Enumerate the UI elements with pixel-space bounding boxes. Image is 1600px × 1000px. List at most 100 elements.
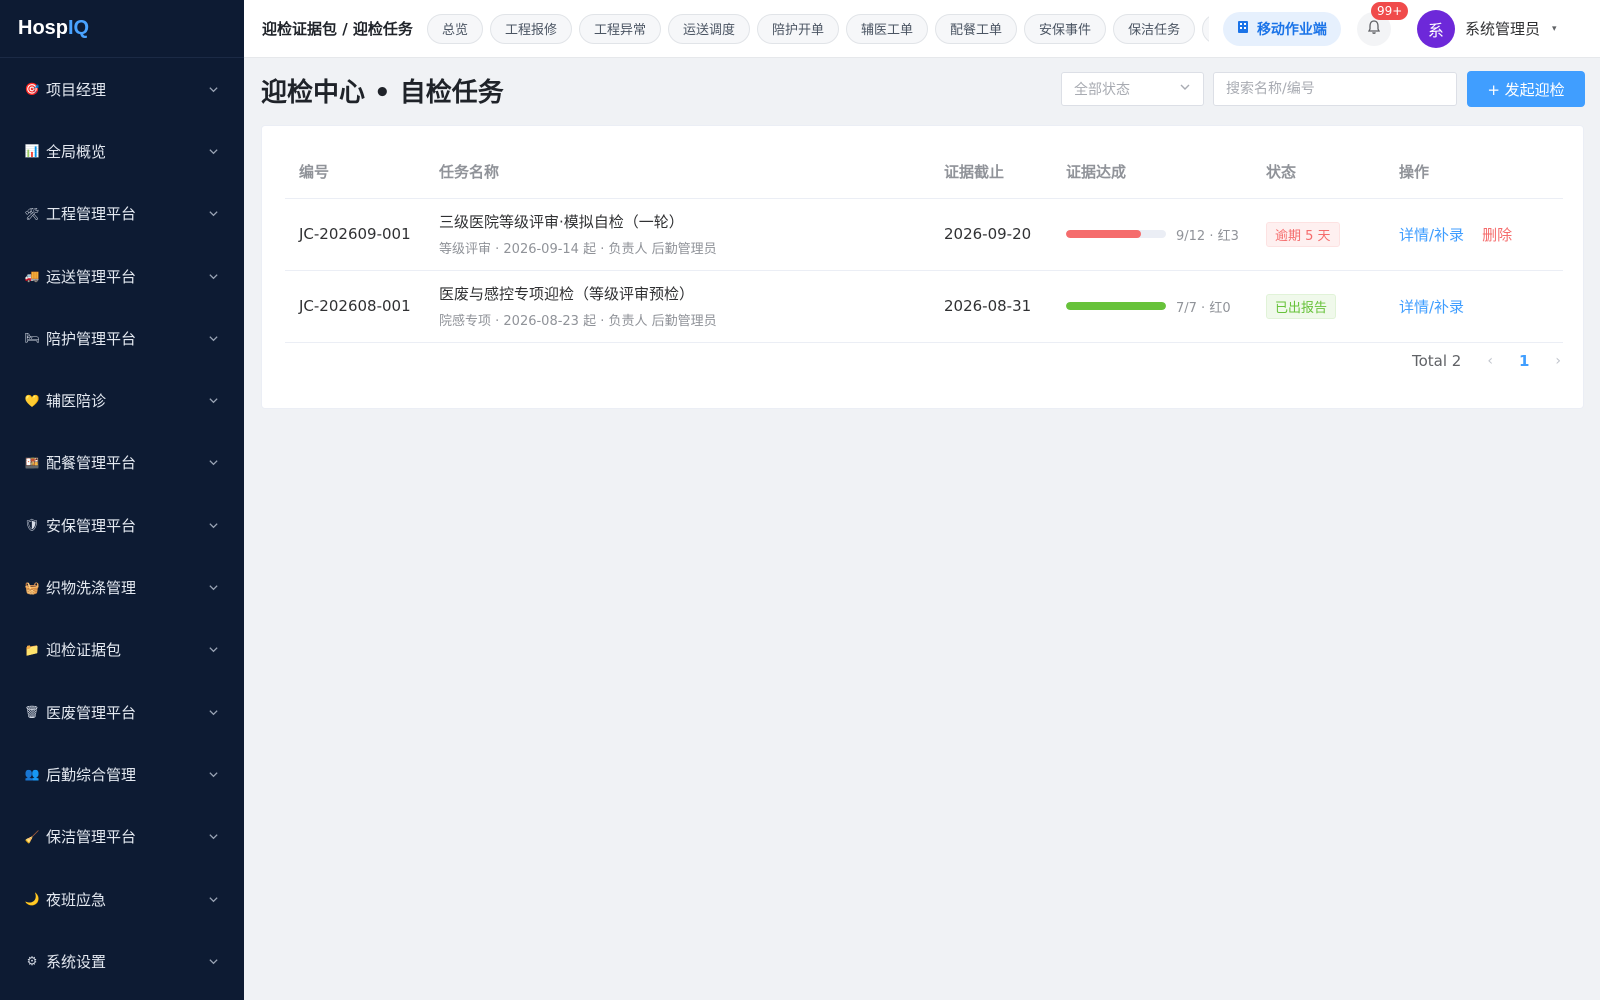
task-id: JC-202609-001: [285, 198, 425, 271]
task-actions-cell: 详情/补录: [1385, 270, 1563, 343]
sidebar-item[interactable]: 📊 全局概览: [0, 120, 244, 182]
chevron-down-icon: [206, 144, 220, 158]
task-status-cell: 逾期 5 天: [1252, 198, 1385, 271]
col-header-id: 编号: [285, 146, 425, 199]
task-name-cell: 三级医院等级评审·模拟自检（一轮） 等级评审 · 2026-09-14 起 · 负…: [425, 198, 930, 271]
status-badge: 逾期 5 天: [1266, 221, 1340, 247]
chevron-down-icon: [206, 892, 220, 906]
status-select[interactable]: 全部状态: [1061, 72, 1204, 106]
sidebar-item[interactable]: 🌙 夜班应急: [0, 868, 244, 930]
chevron-down-icon: [206, 331, 220, 345]
sidebar-item[interactable]: 🗑 医废管理平台: [0, 681, 244, 743]
truck-icon: 🚚: [24, 269, 40, 284]
logo-accent: IQ: [68, 17, 90, 39]
page-title: 迎检中心 • 自检任务: [261, 78, 504, 108]
detail-link[interactable]: 详情/补录: [1399, 226, 1464, 244]
quick-tab[interactable]: 保洁任务: [1113, 13, 1196, 44]
broom-icon: 🧹: [24, 829, 40, 844]
task-meta: 院感专项 · 2026-08-23 起 · 负责人 后勤管理员: [439, 314, 717, 329]
sidebar-item-label: 医废管理平台: [46, 703, 137, 722]
quick-tab[interactable]: 工程异常: [578, 13, 661, 44]
mobile-workspace-button[interactable]: 移动作业端: [1222, 11, 1341, 46]
detail-link[interactable]: 详情/补录: [1399, 298, 1464, 316]
sidebar-item-label: 迎检证据包: [46, 641, 122, 660]
sidebar-item[interactable]: 💛 辅医陪诊: [0, 369, 244, 431]
quick-tab[interactable]: 安保事件: [1024, 13, 1107, 44]
col-header-status: 状态: [1252, 146, 1385, 199]
pagination: Total 2 ‹ 1 ›: [1412, 352, 1561, 370]
col-header-progress: 证据达成: [1052, 146, 1252, 199]
quick-tabs: 总览 工程报修 工程异常 运送调度 陪护开单 辅医工单 配餐工单 安保事件 保洁任务: [426, 13, 1209, 44]
sidebar-item[interactable]: 🛠 工程管理平台: [0, 183, 244, 245]
chevron-down-icon: [206, 269, 220, 283]
table-row: JC-202608-001 医废与感控专项迎检（等级评审预检） 院感专项 · 202…: [285, 270, 1563, 343]
sidebar-item-label: 辅医陪诊: [46, 392, 107, 411]
page-number-current[interactable]: 1: [1519, 352, 1529, 370]
notification-badge: 99+: [1370, 1, 1409, 20]
notification-button[interactable]: 99+: [1356, 1, 1409, 46]
chevron-down-icon: [206, 82, 220, 96]
chevron-down-icon: [206, 954, 220, 968]
sidebar-item-label: 安保管理平台: [46, 516, 137, 535]
moon-icon: 🌙: [24, 892, 40, 906]
task-status-cell: 已出报告: [1252, 270, 1385, 343]
heart-icon: 💛: [24, 393, 40, 408]
sidebar-item[interactable]: 🚚 运送管理平台: [0, 245, 244, 307]
task-table-card: 编号 任务名称 证据截止 证据达成 状态 操作 JC-202609-001 三级医…: [261, 125, 1584, 409]
quick-tab[interactable]: 陪护开单: [757, 13, 840, 44]
sidebar-item[interactable]: 🧹 保洁管理平台: [0, 806, 244, 868]
chevron-down-icon: [206, 705, 220, 719]
sidebar-item[interactable]: 👥 后勤综合管理: [0, 743, 244, 805]
avatar[interactable]: 系: [1416, 9, 1455, 48]
caret-down-icon[interactable]: ▾: [1552, 24, 1557, 34]
sidebar-item[interactable]: 📁 迎检证据包: [0, 619, 244, 681]
bell-icon: [1366, 19, 1382, 39]
logo-main: Hosp: [18, 17, 68, 39]
progress-bar: [1066, 230, 1166, 238]
user-name[interactable]: 系统管理员: [1465, 18, 1540, 39]
bed-icon: 🛏: [24, 331, 40, 346]
sidebar-item-label: 保洁管理平台: [46, 828, 137, 847]
target-icon: 🎯: [24, 82, 40, 97]
building-icon: [1237, 20, 1249, 38]
sidebar-item[interactable]: 🍱 配餐管理平台: [0, 432, 244, 494]
sidebar-item[interactable]: 🎯 项目经理: [0, 58, 244, 120]
sidebar-item[interactable]: ⚙ 系统设置: [0, 930, 244, 992]
sidebar-item[interactable]: 🛏 陪护管理平台: [0, 307, 244, 369]
prev-page-icon[interactable]: ‹: [1487, 353, 1493, 369]
quick-tab[interactable]: 配餐工单: [935, 13, 1018, 44]
sidebar-item[interactable]: 🛡 安保管理平台: [0, 494, 244, 556]
chevron-down-icon: [206, 207, 220, 221]
sidebar-item-label: 陪护管理平台: [46, 329, 137, 348]
status-badge: 已出报告: [1266, 293, 1337, 319]
chevron-down-icon: [206, 394, 220, 408]
col-header-actions: 操作: [1385, 146, 1563, 199]
meal-icon: 🍱: [24, 455, 40, 470]
sidebar-item-label: 运送管理平台: [46, 267, 137, 286]
task-deadline: 2026-08-31: [930, 270, 1052, 343]
search-input[interactable]: [1213, 72, 1457, 106]
quick-tab[interactable]: 工程报修: [489, 13, 572, 44]
progress-label: 9/12 · 红3: [1176, 228, 1239, 244]
quick-tab[interactable]: 运送调度: [667, 13, 750, 44]
chevron-down-icon: [206, 830, 220, 844]
task-progress-cell: 9/12 · 红3: [1052, 198, 1252, 271]
delete-link[interactable]: 删除: [1482, 226, 1512, 244]
task-progress-cell: 7/7 · 红0: [1052, 270, 1252, 343]
gear-icon: ⚙: [26, 954, 38, 969]
users-icon: 👥: [24, 767, 40, 782]
quick-tab[interactable]: [1202, 13, 1209, 44]
breadcrumb: 迎检证据包 / 迎检任务: [262, 20, 413, 38]
quick-tab[interactable]: 辅医工单: [846, 13, 929, 44]
chevron-down-icon: [206, 581, 220, 595]
quick-tab[interactable]: 总览: [426, 13, 483, 44]
sidebar-item[interactable]: 🧺 织物洗涤管理: [0, 556, 244, 618]
sidebar-item-label: 工程管理平台: [46, 205, 137, 224]
sidebar: Hosp IQ 🎯 项目经理 📊 全局概览 🛠 工程管理平台 🚚 运送管理平台 🛏 陪护管理平台 💛 辅…: [0, 0, 244, 1000]
next-page-icon[interactable]: ›: [1555, 353, 1561, 369]
chart-icon: 📊: [24, 144, 40, 159]
sidebar-item-label: 织物洗涤管理: [46, 579, 137, 598]
create-inspection-button[interactable]: + 发起迎检: [1467, 71, 1585, 107]
chevron-down-icon: [206, 518, 220, 532]
task-meta: 等级评审 · 2026-09-14 起 · 负责人 后勤管理员: [439, 242, 717, 257]
